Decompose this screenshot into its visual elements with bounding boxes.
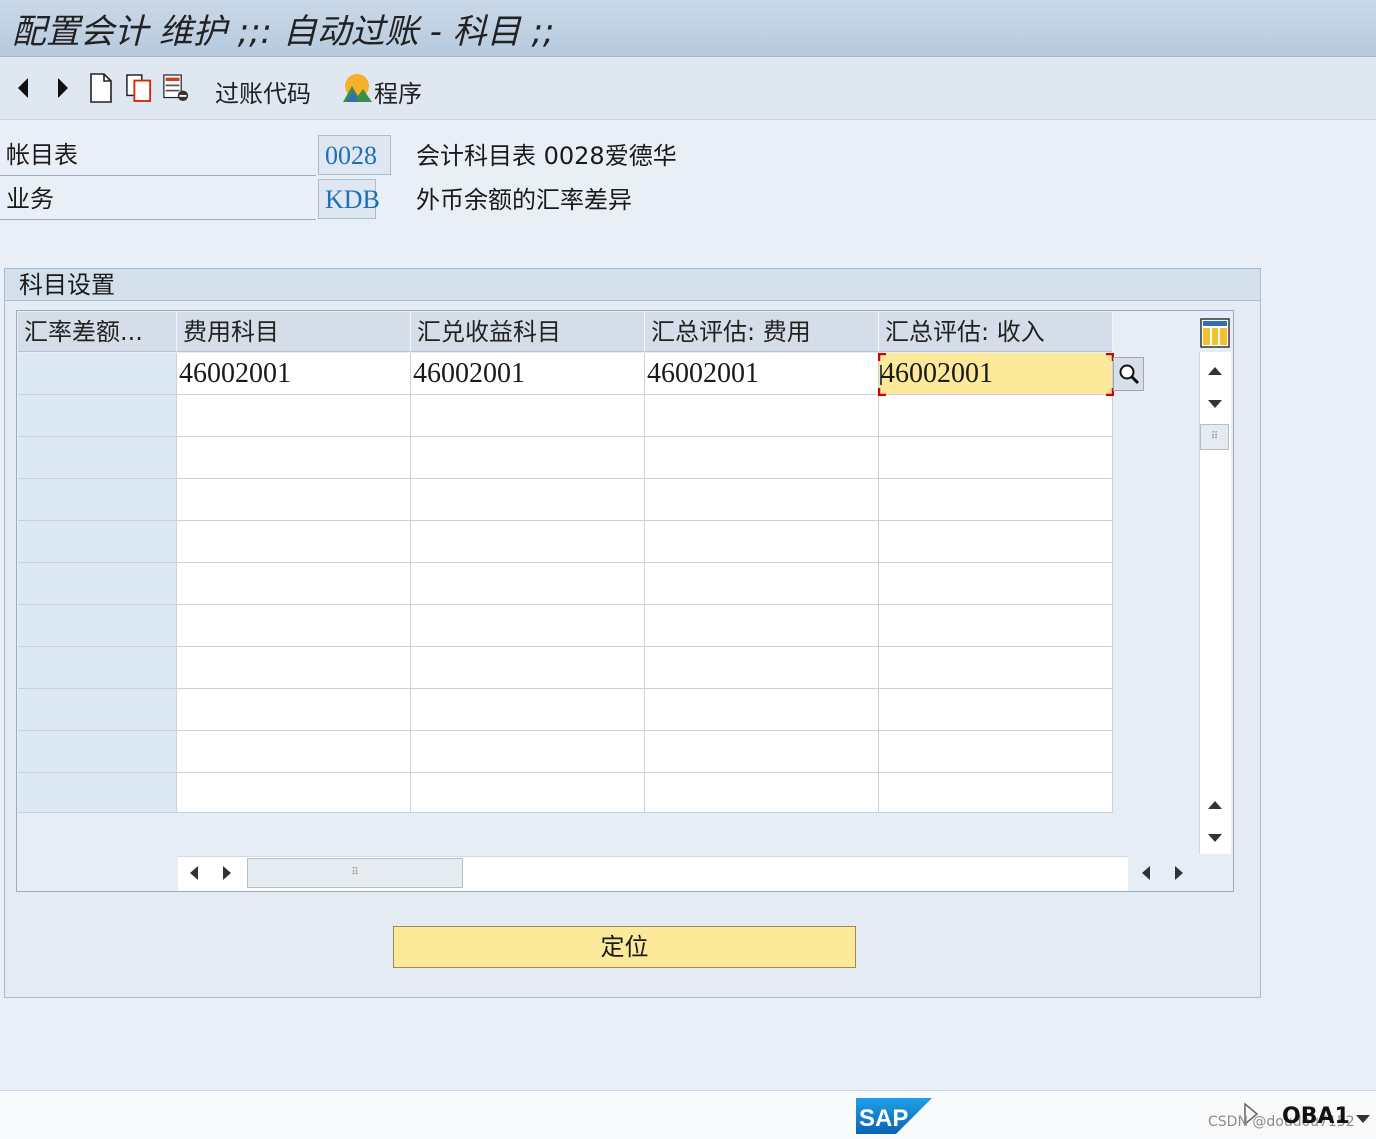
table-cell[interactable] — [645, 479, 879, 521]
table-cell[interactable] — [177, 479, 411, 521]
table-cell[interactable] — [411, 605, 645, 647]
table-cell[interactable] — [411, 563, 645, 605]
row-selector-cell[interactable] — [18, 479, 177, 521]
transaction-field[interactable]: KDB — [318, 179, 380, 219]
row-selector-cell[interactable] — [18, 689, 177, 731]
table-cell[interactable]: 46002001 — [411, 353, 645, 395]
locate-button[interactable]: 定位 — [393, 926, 856, 968]
column-header[interactable]: 费用科目 — [177, 312, 411, 352]
copy-icon[interactable] — [126, 72, 152, 104]
table-cell[interactable]: 46002001 — [879, 353, 1113, 395]
sap-logo-text: SAP — [859, 1105, 908, 1132]
table-cell[interactable] — [879, 395, 1113, 437]
scroll-up-icon[interactable] — [1201, 391, 1229, 417]
row-selector-cell[interactable] — [18, 731, 177, 773]
row-selector-cell[interactable] — [18, 773, 177, 813]
scroll-page-up-icon[interactable] — [1201, 358, 1229, 384]
scroll-right-icon[interactable] — [213, 860, 241, 886]
table-cell[interactable] — [411, 731, 645, 773]
status-bar — [0, 1090, 1376, 1139]
table-cell[interactable]: 46002001 — [645, 353, 879, 395]
table-cell[interactable] — [411, 647, 645, 689]
table-cell[interactable] — [879, 731, 1113, 773]
table-cell[interactable] — [645, 395, 879, 437]
horizontal-scroll-thumb[interactable]: ⠿ — [247, 858, 463, 888]
table-cell[interactable] — [411, 773, 645, 813]
row-selector-cell[interactable] — [18, 395, 177, 437]
table-cell[interactable] — [879, 437, 1113, 479]
table-settings-icon[interactable] — [1200, 318, 1230, 348]
table-cell[interactable] — [645, 437, 879, 479]
application-toolbar — [0, 57, 1376, 120]
sap-logo: SAP — [856, 1098, 932, 1134]
vertical-scroll-thumb[interactable]: ⠿ — [1200, 424, 1229, 450]
row-selector-cell[interactable] — [18, 605, 177, 647]
transaction-label: 业务 — [0, 178, 316, 220]
row-selector-cell[interactable] — [18, 521, 177, 563]
chart-of-accounts-label: 帐目表 — [0, 134, 316, 176]
table-cell[interactable] — [411, 521, 645, 563]
table-cell[interactable] — [177, 731, 411, 773]
program-icon[interactable] — [340, 72, 374, 104]
column-header[interactable]: 汇总评估: 收入 — [879, 312, 1113, 352]
window-title: 配置会计 维护 ;;: 自动过账 - 科目 ;; — [12, 12, 555, 52]
table-cell[interactable] — [645, 563, 879, 605]
table-cell[interactable] — [411, 479, 645, 521]
table-cell[interactable] — [879, 563, 1113, 605]
column-header[interactable]: 汇兑收益科目 — [411, 312, 645, 352]
transaction-description: 外币余额的汇率差异 — [416, 186, 632, 214]
table-cell[interactable] — [177, 689, 411, 731]
table-cell[interactable] — [177, 647, 411, 689]
value-help-icon[interactable] — [1113, 357, 1144, 391]
fixed-scroll-right-icon[interactable] — [1165, 860, 1193, 886]
table-cell[interactable] — [411, 437, 645, 479]
table-cell[interactable] — [645, 689, 879, 731]
table-cell[interactable]: 46002001 — [177, 353, 411, 395]
transaction-code: OBA1 — [1282, 1104, 1350, 1129]
row-selector-cell[interactable] — [18, 647, 177, 689]
table-cell[interactable] — [177, 521, 411, 563]
column-header[interactable]: 汇总评估: 费用 — [645, 312, 879, 352]
table-cell[interactable] — [879, 689, 1113, 731]
fixed-scroll-left-icon[interactable] — [1132, 860, 1160, 886]
table-cell[interactable] — [177, 605, 411, 647]
table-cell[interactable] — [879, 605, 1113, 647]
table-cell[interactable] — [411, 689, 645, 731]
chevron-down-icon[interactable] — [1355, 1110, 1371, 1123]
table-cell[interactable] — [645, 521, 879, 563]
table-cell[interactable] — [879, 647, 1113, 689]
scroll-left-icon[interactable] — [180, 860, 208, 886]
back-arrow-icon[interactable] — [10, 72, 36, 104]
row-selector-cell[interactable] — [18, 437, 177, 479]
chart-of-accounts-description: 会计科目表 0028爱德华 — [416, 142, 677, 170]
table-cell[interactable] — [177, 773, 411, 813]
table-cell[interactable] — [645, 731, 879, 773]
table-cell[interactable] — [645, 605, 879, 647]
table-cell[interactable] — [879, 521, 1113, 563]
table-cell[interactable] — [411, 395, 645, 437]
table-cell[interactable] — [879, 773, 1113, 813]
program-button[interactable]: 程序 — [374, 74, 422, 109]
table-cell[interactable] — [177, 437, 411, 479]
table-cell[interactable] — [177, 395, 411, 437]
row-selector-cell[interactable] — [18, 353, 177, 395]
scroll-page-down-icon[interactable] — [1201, 825, 1229, 851]
account-settings-title: 科目设置 — [5, 269, 1260, 301]
scroll-down-icon[interactable] — [1201, 792, 1229, 818]
forward-arrow-icon[interactable] — [50, 72, 76, 104]
chart-of-accounts-field[interactable]: 0028 — [318, 135, 391, 175]
column-header[interactable]: 汇率差额... — [18, 312, 177, 352]
table-cell[interactable] — [177, 563, 411, 605]
table-cell[interactable] — [645, 647, 879, 689]
delete-rows-icon[interactable] — [163, 72, 189, 104]
table-cell[interactable] — [645, 773, 879, 813]
table-cell[interactable] — [879, 479, 1113, 521]
new-document-icon[interactable] — [88, 72, 114, 104]
posting-key-button[interactable]: 过账代码 — [215, 74, 311, 109]
row-selector-cell[interactable] — [18, 563, 177, 605]
